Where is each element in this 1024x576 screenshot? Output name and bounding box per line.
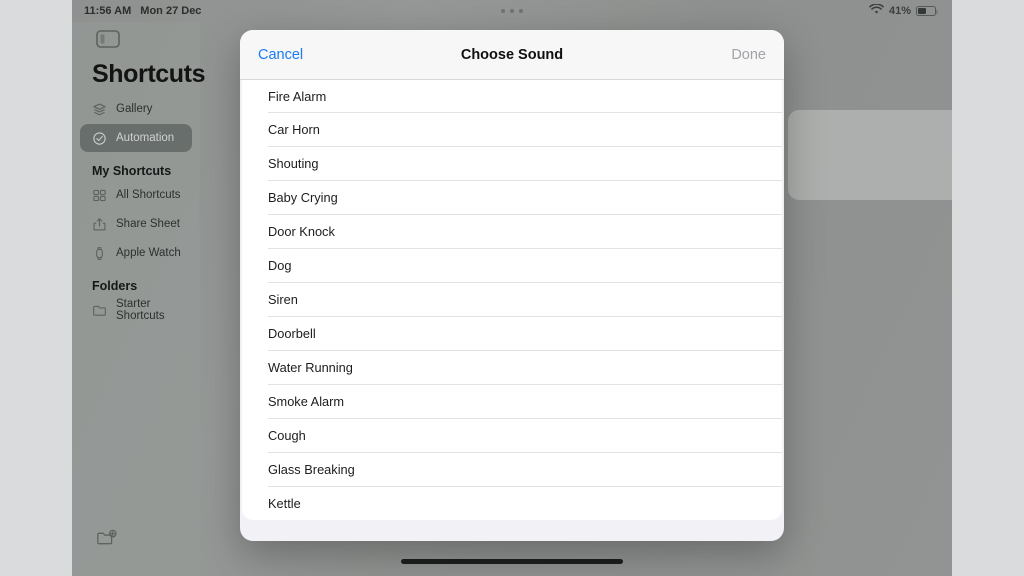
sound-list-item[interactable]: Door Knock	[242, 214, 782, 248]
modal-title: Choose Sound	[460, 46, 564, 63]
sound-list-item-label: Car Horn	[268, 121, 320, 137]
sidebar-item-label: Apple Watch	[116, 247, 181, 259]
modal-body: Fire Alarm Car Horn Shouting Baby Crying Doo…	[240, 80, 784, 541]
sound-list-item[interactable]: Dog	[242, 248, 782, 282]
sound-list-item-label: Baby Crying	[268, 189, 338, 205]
sidebar-section-header-my-shortcuts: My Shortcuts	[92, 164, 172, 178]
choose-sound-modal: Cancel Choose Sound Done Fire Alarm Car H…	[240, 30, 784, 541]
sound-list-item[interactable]: Car Horn	[242, 112, 782, 146]
multitask-dots-icon[interactable]	[72, 0, 952, 22]
sound-list-item-label: Siren	[268, 291, 298, 307]
sound-list-item-label: Door Knock	[268, 223, 335, 239]
sound-list-item[interactable]: Glass Breaking	[242, 452, 782, 486]
gallery-layers-icon	[92, 102, 107, 117]
sidebar-item-label: Gallery	[116, 103, 153, 115]
done-button[interactable]: Done	[731, 47, 766, 63]
cancel-button[interactable]: Cancel	[258, 47, 303, 63]
sidebar-item-label: Share Sheet	[116, 218, 180, 230]
sound-list-item-label: Cough	[268, 427, 306, 443]
sound-list[interactable]: Fire Alarm Car Horn Shouting Baby Crying Doo…	[242, 80, 782, 520]
folder-icon	[92, 303, 107, 318]
sidebar-item-starter-shortcuts[interactable]: Starter Shortcuts	[80, 296, 192, 324]
sidebar-item-all-shortcuts[interactable]: All Shortcuts	[80, 181, 192, 209]
sidebar-item-automation[interactable]: Automation	[80, 124, 192, 152]
sidebar-item-label: Automation	[116, 132, 175, 144]
sound-list-item-label: Water Running	[268, 359, 353, 375]
battery-icon	[916, 6, 939, 16]
sound-list-item[interactable]: Smoke Alarm	[242, 384, 782, 418]
sound-list-item[interactable]: Water Running	[242, 350, 782, 384]
share-icon	[92, 217, 107, 232]
sound-list-item-label: Doorbell	[268, 325, 316, 341]
sound-list-item[interactable]: Cough	[242, 418, 782, 452]
sidebar-item-gallery[interactable]: Gallery	[80, 95, 192, 123]
sound-list-item-label: Fire Alarm	[268, 88, 327, 104]
sound-list-item[interactable]: Baby Crying	[242, 180, 782, 214]
home-indicator	[401, 559, 623, 564]
sound-list-item[interactable]: Doorbell	[242, 316, 782, 350]
background-detail-card[interactable]	[788, 110, 952, 200]
sound-list-item-label: Smoke Alarm	[268, 393, 345, 409]
grid-icon	[92, 188, 107, 203]
sidebar-item-label: All Shortcuts	[116, 189, 181, 201]
sidebar-item-share-sheet[interactable]: Share Sheet	[80, 210, 192, 238]
new-folder-icon[interactable]	[96, 529, 117, 546]
modal-header: Cancel Choose Sound Done	[240, 30, 784, 80]
page-title: Shortcuts	[92, 60, 206, 88]
sound-list-item-label: Shouting	[268, 155, 319, 171]
sound-list-item[interactable]: Shouting	[242, 146, 782, 180]
watch-icon	[92, 246, 107, 261]
sidebar: Shortcuts Gallery Automation My Shortcut…	[72, 22, 206, 576]
sound-list-item[interactable]: Siren	[242, 282, 782, 316]
automation-clock-icon	[92, 131, 107, 146]
sound-list-item[interactable]: Kettle	[242, 486, 782, 520]
sidebar-toggle-icon[interactable]	[96, 30, 120, 48]
sidebar-item-label: Starter Shortcuts	[116, 298, 165, 322]
sidebar-section-header-folders: Folders	[92, 279, 138, 293]
sound-list-item-label: Kettle	[268, 495, 301, 511]
screenshot-root: 11:56 AM Mon 27 Dec 41% Shortcuts Galler…	[0, 0, 1024, 576]
sidebar-item-apple-watch[interactable]: Apple Watch	[80, 239, 192, 267]
sound-list-item[interactable]: Fire Alarm	[242, 80, 782, 112]
sound-list-item-label: Dog	[268, 257, 292, 273]
sound-list-item-label: Glass Breaking	[268, 461, 355, 477]
status-bar: 11:56 AM Mon 27 Dec 41%	[72, 0, 952, 22]
